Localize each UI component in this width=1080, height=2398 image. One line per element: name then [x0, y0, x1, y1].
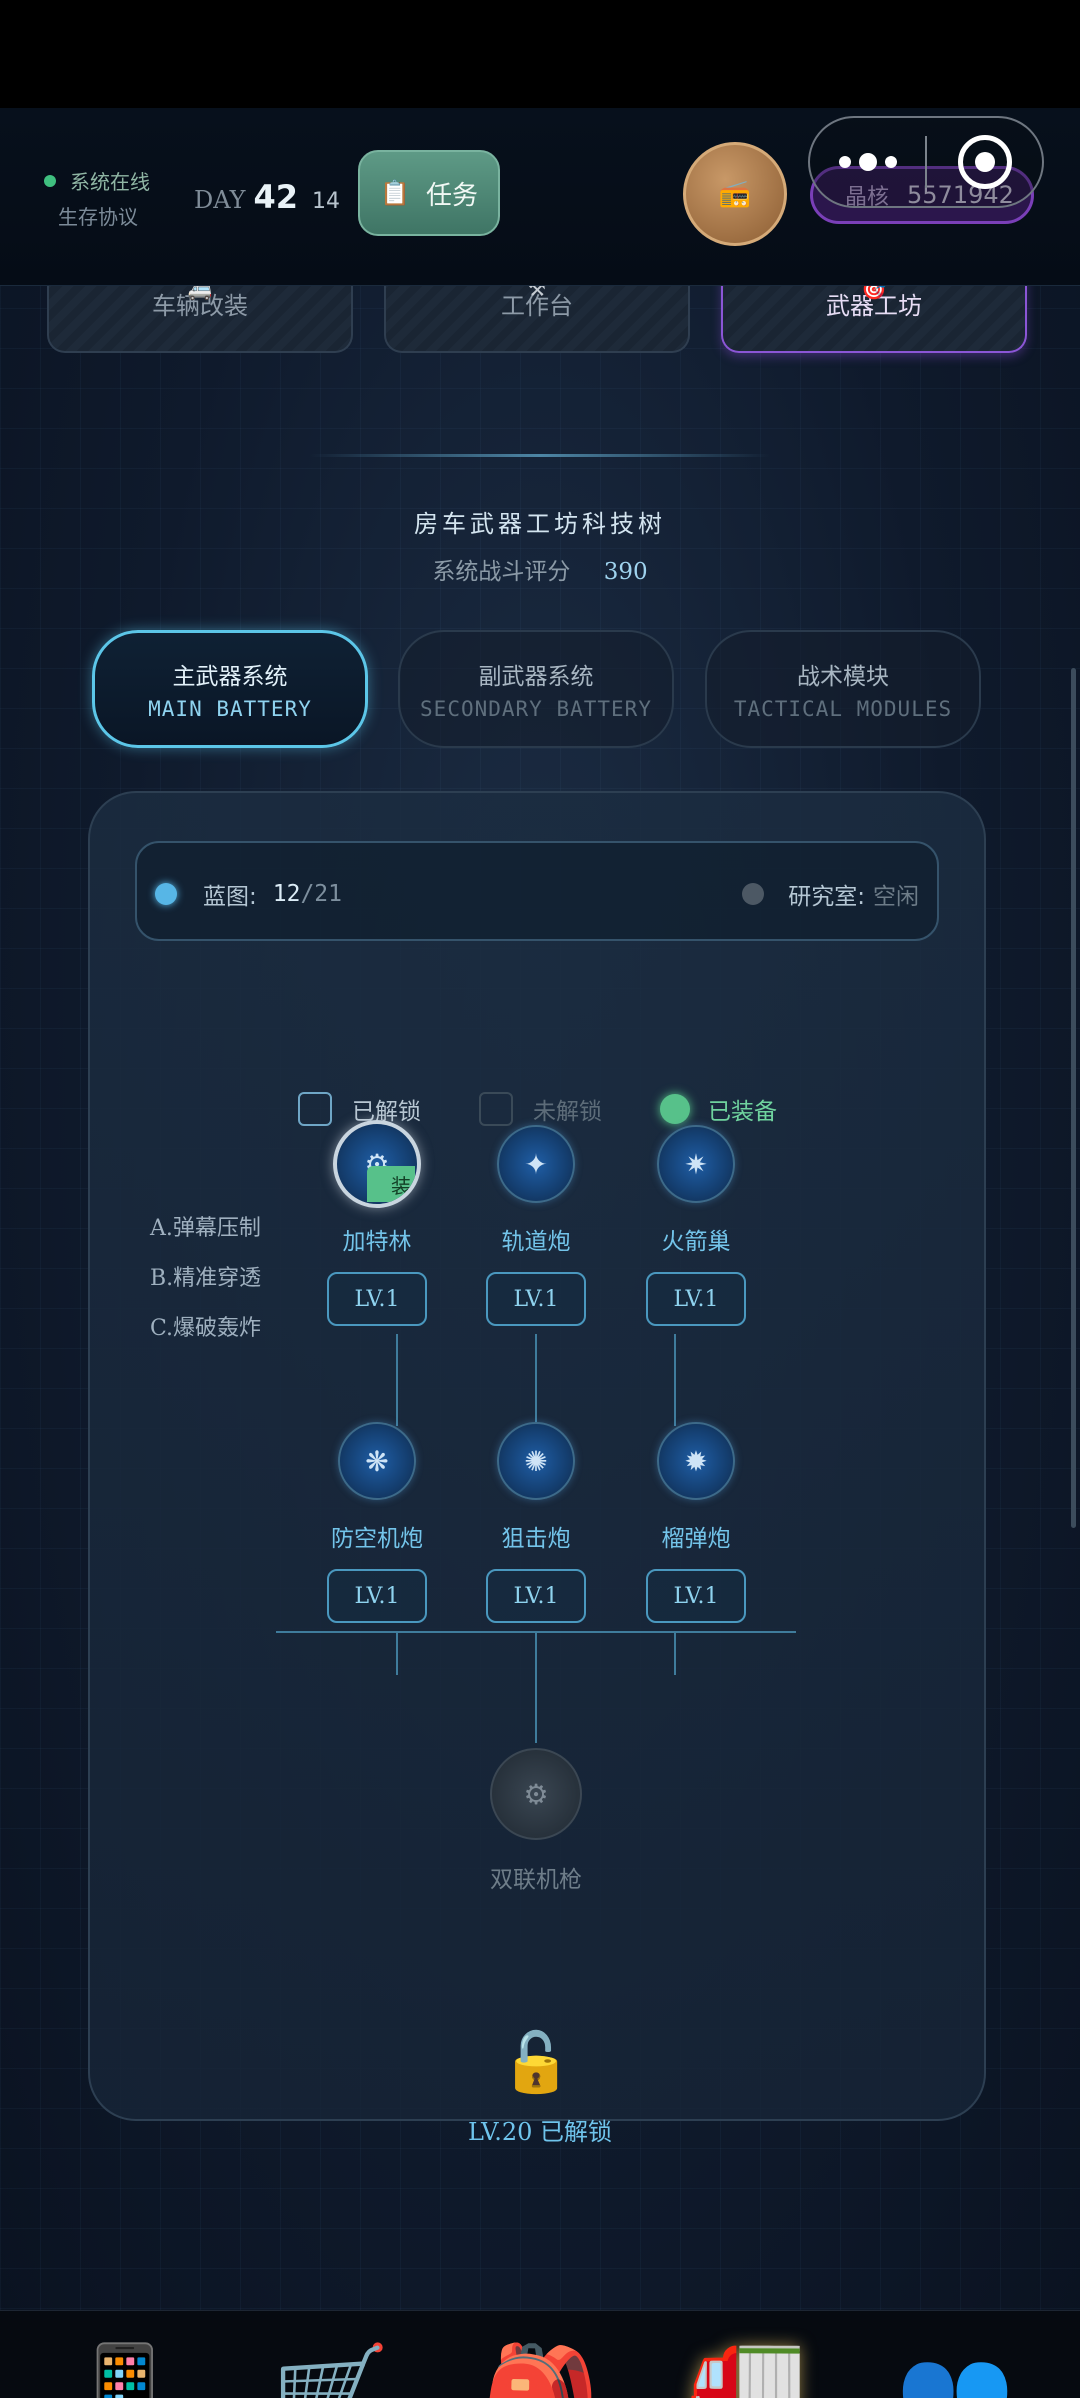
node-sniper-cannon[interactable]: ✺ 狙击炮 LV.1	[456, 1422, 616, 1623]
truck-icon: 🚛	[687, 2317, 807, 2398]
nav-base[interactable]: 🚛 基地	[672, 2319, 822, 2398]
backpack-icon: 🎒	[480, 2339, 600, 2398]
tab-cn-label: 主武器系统	[172, 664, 288, 690]
lab-status: 研究室: 空闲	[742, 877, 919, 911]
node-gatling[interactable]: ⚙ 装 加特林 LV.1	[297, 1120, 457, 1326]
online-indicator	[44, 174, 56, 187]
gatling-icon: ⚙ 装	[333, 1120, 421, 1208]
day-sub: 14	[311, 189, 340, 214]
tab-cn-label: 战术模块	[797, 664, 889, 690]
node-rocket-nest[interactable]: ✷ 火箭巢 LV.1	[616, 1125, 776, 1326]
nav-shop[interactable]: 🛒	[256, 2341, 406, 2398]
connector	[535, 1334, 537, 1426]
connector	[674, 1334, 676, 1426]
page-title: 房车武器工坊科技树	[414, 510, 666, 538]
lab-state: 空闲	[873, 884, 919, 910]
day-counter: DAY 42 14	[194, 178, 340, 216]
bottom-navigation: 📱 🛒 🎒 🚛 基地 👥	[0, 2310, 1080, 2398]
node-name: 轨道炮	[501, 1229, 571, 1255]
node-name: 防空机炮	[331, 1526, 423, 1552]
connector	[396, 1334, 398, 1426]
system-status: 系统在线 生存协议	[44, 166, 150, 230]
lab-label: 研究室:	[788, 884, 865, 910]
blueprint-current: 12	[272, 881, 301, 907]
clipboard-icon: 📋	[380, 179, 410, 207]
research-info-bar: 蓝图: 12 /21 研究室: 空闲	[135, 841, 939, 941]
blueprint-label: 蓝图:	[203, 884, 257, 910]
tab-en-label: MAIN BATTERY	[148, 697, 312, 721]
title-divider	[310, 454, 770, 457]
padlock-icon: 🔓	[500, 2028, 573, 2096]
howitzer-icon: ✹	[657, 1422, 735, 1500]
node-name: 榴弹炮	[661, 1526, 731, 1552]
tab-secondary-battery[interactable]: 副武器系统 SECONDARY BATTERY	[398, 630, 674, 748]
status-protocol-text: 生存协议	[58, 205, 138, 229]
blueprint-count: 蓝图: 12 /21	[155, 877, 342, 911]
avatar[interactable]: 📻	[683, 142, 787, 246]
tab-main-battery[interactable]: 主武器系统 MAIN BATTERY	[92, 630, 368, 748]
unlock-requirement: LV.20 已解锁	[467, 2118, 613, 2146]
legend-label: 已装备	[708, 1099, 777, 1125]
equipped-swatch	[660, 1094, 690, 1124]
railgun-icon: ✦	[497, 1125, 575, 1203]
node-name: 加特林	[342, 1229, 412, 1255]
connector	[535, 1631, 537, 1743]
radio-icon: 📻	[718, 179, 752, 209]
tab-en-label: SECONDARY BATTERY	[420, 697, 652, 721]
level-button[interactable]: LV.1	[327, 1272, 427, 1326]
level-button[interactable]: LV.1	[486, 1272, 586, 1326]
connector	[674, 1631, 676, 1675]
node-aa-cannon[interactable]: ❋ 防空机炮 LV.1	[297, 1422, 457, 1623]
node-twin-mg[interactable]: ⚙ 双联机枪	[456, 1748, 616, 1894]
level-button[interactable]: LV.1	[486, 1569, 586, 1623]
sniper-icon: ✺	[497, 1422, 575, 1500]
task-label: 任务	[425, 180, 478, 211]
node-howitzer[interactable]: ✹ 榴弹炮 LV.1	[616, 1422, 776, 1623]
score-value: 390	[603, 559, 648, 585]
locked-swatch	[479, 1092, 513, 1126]
twin-mg-icon: ⚙	[490, 1748, 582, 1840]
tab-tactical-modules[interactable]: 战术模块 TACTICAL MODULES	[705, 630, 981, 748]
category-a: A.弹幕压制	[150, 1216, 261, 1241]
nav-phone[interactable]: 📱	[50, 2341, 200, 2398]
scrollbar[interactable]	[1071, 668, 1076, 1528]
node-railgun[interactable]: ✦ 轨道炮 LV.1	[456, 1125, 616, 1326]
legend-locked: 未解锁	[479, 1092, 602, 1126]
tab-cn-label: 副武器系统	[478, 664, 594, 690]
legend-label: 未解锁	[533, 1099, 602, 1125]
status-online-text: 系统在线	[70, 170, 150, 194]
equipped-tag: 装	[367, 1166, 415, 1202]
combat-score: 系统战斗评分 390	[0, 552, 1080, 586]
category-c: C.爆破轰炸	[150, 1316, 262, 1341]
level-button[interactable]: LV.1	[646, 1272, 746, 1326]
category-b: B.精准穿透	[150, 1266, 262, 1291]
cart-icon: 🛒	[271, 2339, 391, 2398]
node-name: 狙击炮	[501, 1526, 571, 1552]
more-menu-icon[interactable]	[810, 153, 925, 171]
level-button[interactable]: LV.1	[327, 1569, 427, 1623]
nav-team[interactable]: 👥	[880, 2341, 1030, 2398]
task-button[interactable]: 📋 任务	[358, 150, 500, 236]
close-miniprogram-icon[interactable]	[927, 135, 1042, 189]
nav-backpack[interactable]: 🎒	[465, 2341, 615, 2398]
lab-indicator	[742, 883, 765, 905]
weapon-categories: A.弹幕压制 B.精准穿透 C.爆破轰炸	[150, 1204, 261, 1354]
people-icon: 👥	[895, 2339, 1015, 2398]
blueprint-total: /21	[300, 881, 342, 907]
blueprint-indicator	[155, 883, 177, 905]
miniprogram-capsule	[808, 116, 1044, 208]
day-number: 42	[253, 178, 298, 216]
connector	[396, 1631, 398, 1675]
score-label: 系统战斗评分	[432, 559, 571, 585]
aa-cannon-icon: ❋	[338, 1422, 416, 1500]
phone-icon: 📱	[65, 2339, 185, 2398]
legend-equipped: 已装备	[660, 1092, 777, 1126]
level-button[interactable]: LV.1	[646, 1569, 746, 1623]
node-name: 双联机枪	[490, 1867, 582, 1893]
day-label: DAY	[194, 186, 246, 214]
app-screen: 🚐 车辆改装 ⚒ 工作台 🎯 武器工坊 系统在线 生存协议 DAY 42 14 …	[0, 108, 1080, 2398]
rocket-icon: ✷	[657, 1125, 735, 1203]
node-name: 火箭巢	[661, 1229, 731, 1255]
tab-en-label: TACTICAL MODULES	[733, 697, 953, 721]
